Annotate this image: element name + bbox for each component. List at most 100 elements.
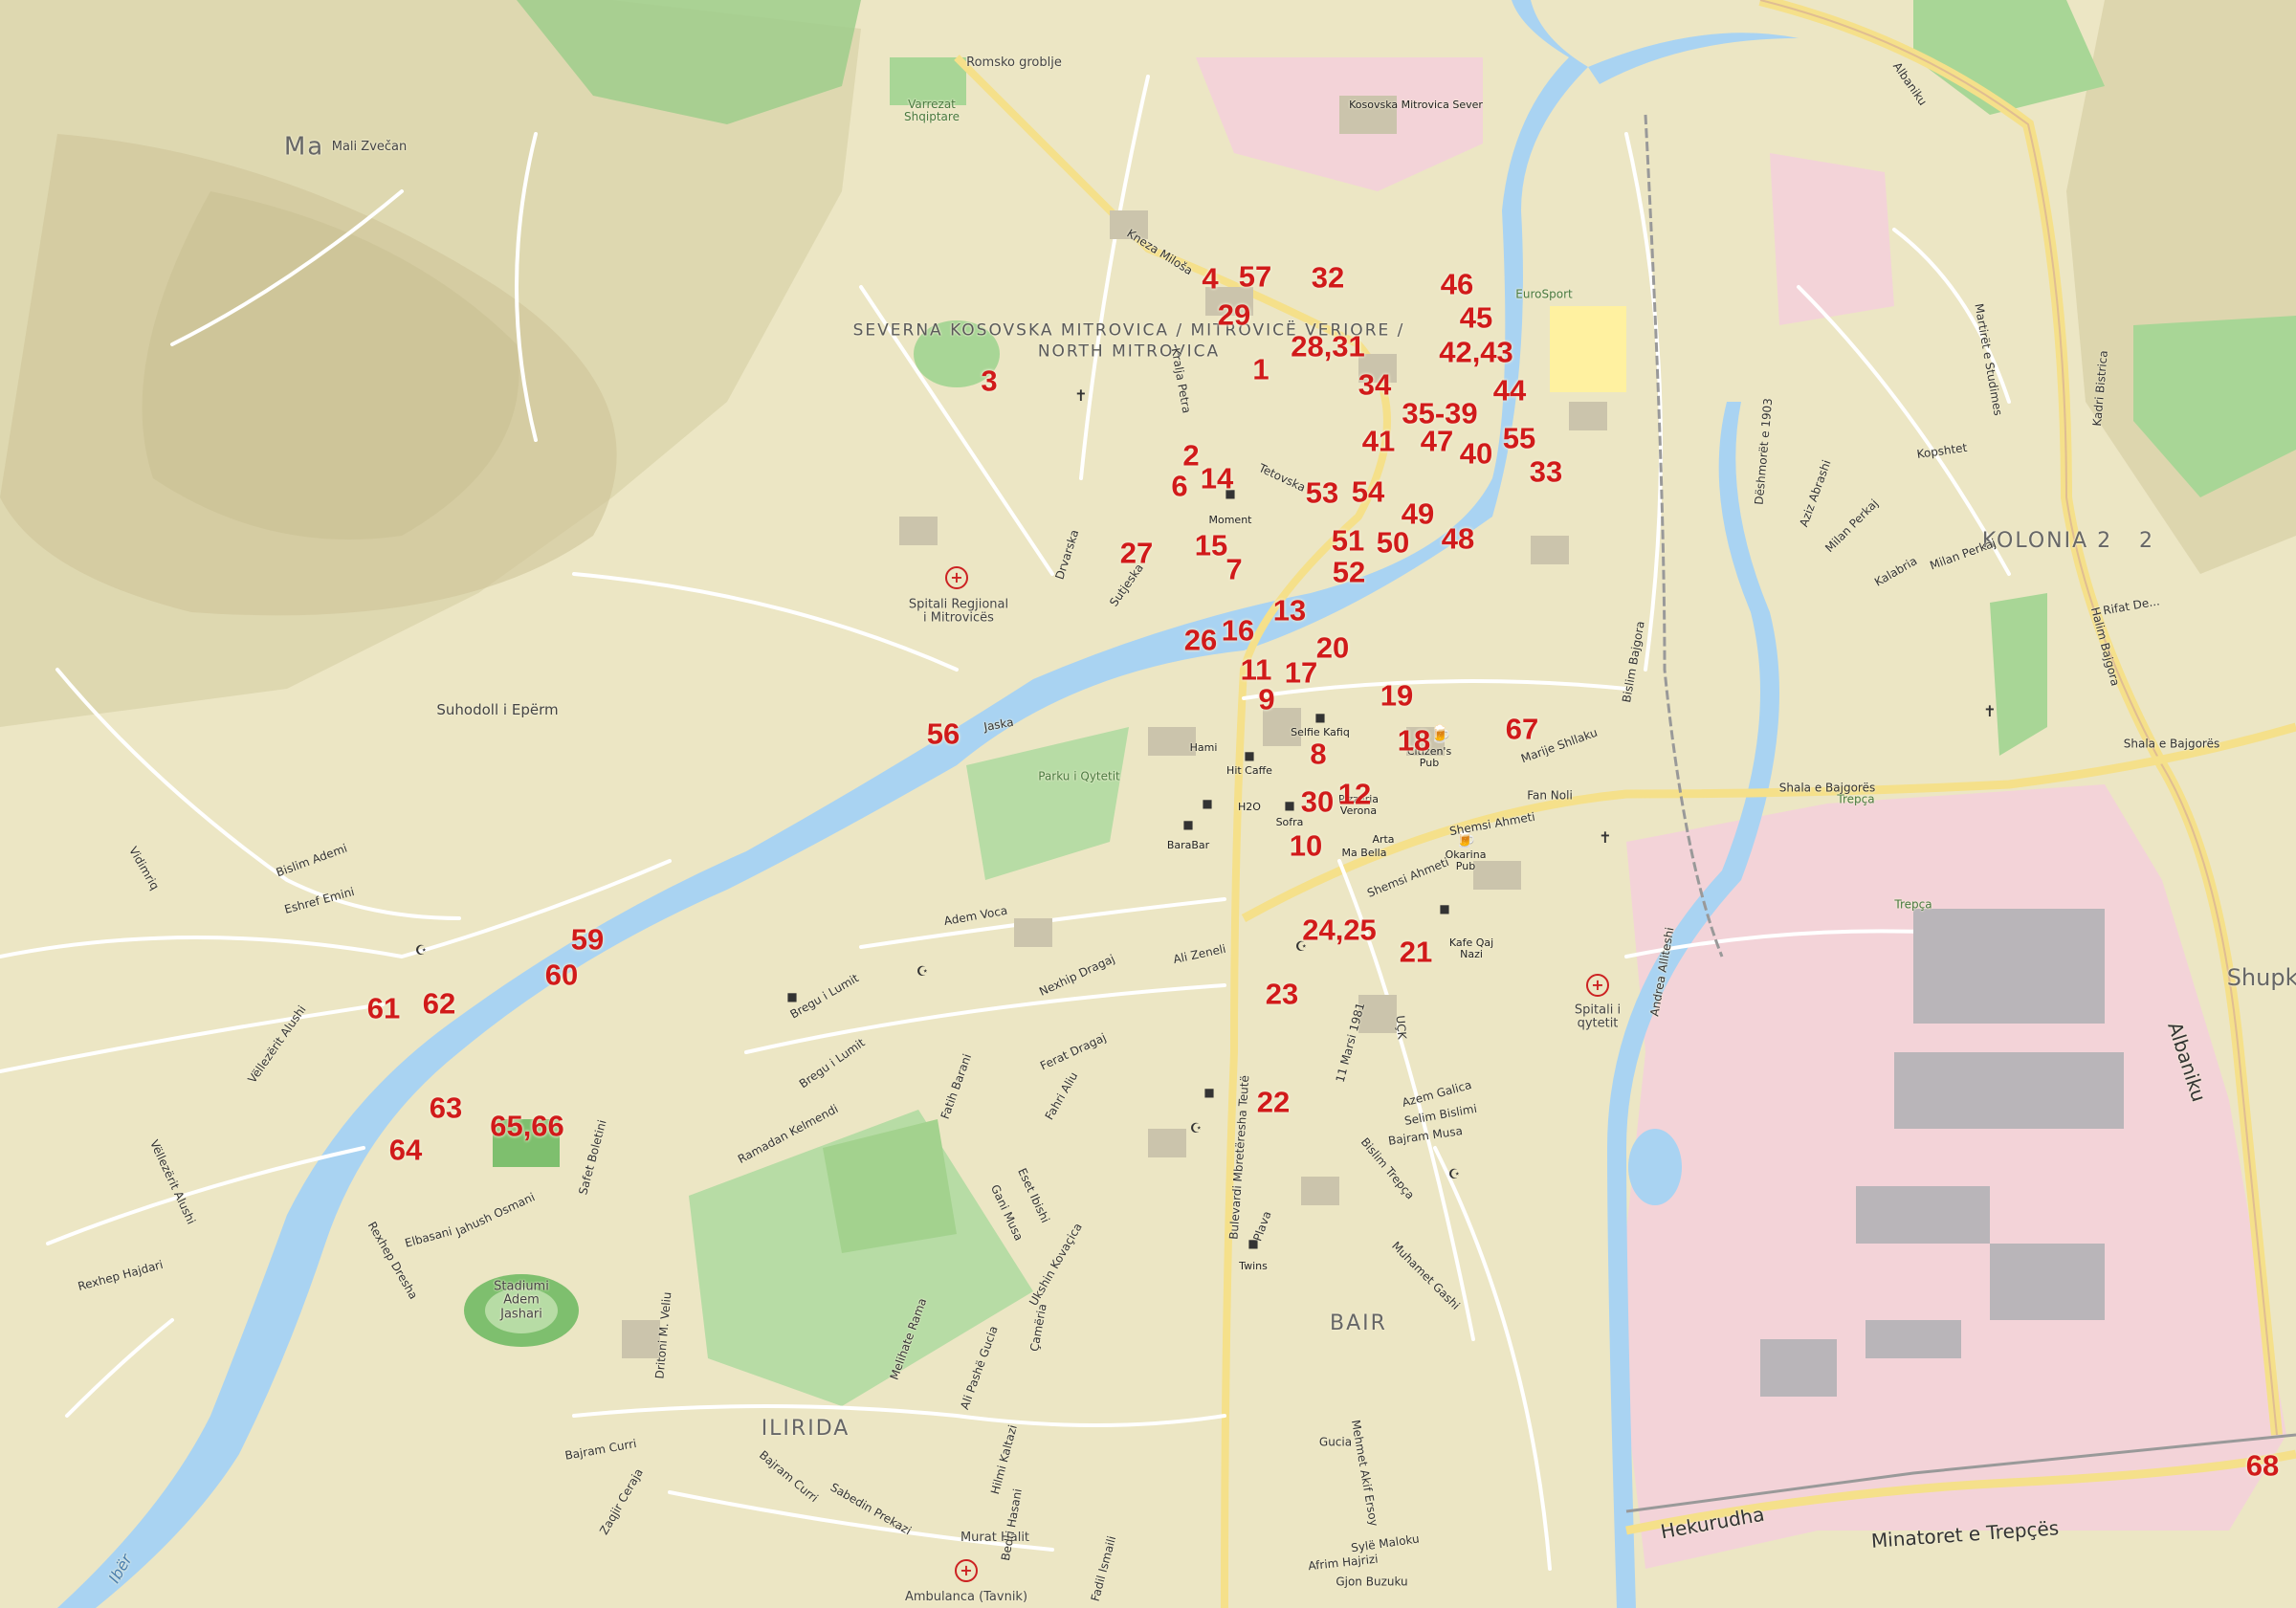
cafe-icon[interactable]: ■ xyxy=(1439,903,1449,914)
mosque-icon[interactable]: ☪ xyxy=(1190,1122,1203,1135)
cafe-icon[interactable]: ■ xyxy=(1202,798,1212,809)
road-label: Shala e Bajgorës xyxy=(2123,737,2220,751)
place-label: Kosovska Mitrovica Sever xyxy=(1349,98,1483,111)
place-label: Suhodoll i Epërm xyxy=(436,700,559,718)
map-marker-52[interactable]: 52 xyxy=(1333,558,1365,587)
map-marker-10[interactable]: 10 xyxy=(1290,831,1322,861)
poi-label[interactable]: Murat Halit xyxy=(960,1531,1029,1545)
map-marker-17[interactable]: 17 xyxy=(1285,658,1317,688)
map-marker-46[interactable]: 46 xyxy=(1441,270,1473,299)
map-marker-21[interactable]: 21 xyxy=(1400,937,1432,967)
church-icon[interactable]: ✝ xyxy=(1074,388,1087,404)
place-label: Shupko xyxy=(2226,963,2296,991)
map-marker-15[interactable]: 15 xyxy=(1195,531,1227,561)
mosque-icon[interactable]: ☪ xyxy=(415,944,428,958)
cafe-icon[interactable]: ■ xyxy=(786,991,797,1002)
hospital-icon[interactable]: + xyxy=(945,566,968,589)
place-label: Mali Zvečan xyxy=(331,139,408,154)
church-icon[interactable]: ✝ xyxy=(1983,704,1996,719)
map-marker-40[interactable]: 40 xyxy=(1460,439,1492,469)
map-marker-55[interactable]: 55 xyxy=(1503,424,1535,453)
poi-label[interactable]: Spitali i qytetit xyxy=(1569,1003,1626,1032)
poi-label[interactable]: Twins xyxy=(1239,1260,1268,1272)
poi-label[interactable]: H2O xyxy=(1238,801,1261,813)
map-marker-9[interactable]: 9 xyxy=(1258,685,1274,715)
map-marker-57[interactable]: 57 xyxy=(1239,262,1271,292)
poi-label[interactable]: Sofra xyxy=(1276,816,1304,828)
map-marker-32[interactable]: 32 xyxy=(1312,263,1344,293)
map-marker-33[interactable]: 33 xyxy=(1530,457,1562,487)
cafe-icon[interactable]: ■ xyxy=(1314,712,1325,723)
map-marker-12[interactable]: 12 xyxy=(1338,780,1371,809)
map-marker-34[interactable]: 34 xyxy=(1358,370,1391,400)
poi-label[interactable]: Hami xyxy=(1190,741,1218,754)
poi-label[interactable]: Ma Bella xyxy=(1342,847,1387,859)
map-marker-24-25[interactable]: 24,25 xyxy=(1302,915,1377,945)
map-marker-51[interactable]: 51 xyxy=(1332,526,1364,556)
mosque-icon[interactable]: ☪ xyxy=(1448,1168,1461,1181)
map-marker-53[interactable]: 53 xyxy=(1306,478,1338,508)
map-marker-19[interactable]: 19 xyxy=(1380,681,1413,711)
map-marker-23[interactable]: 23 xyxy=(1266,980,1298,1009)
hospital-icon[interactable]: + xyxy=(955,1559,978,1582)
map-marker-49[interactable]: 49 xyxy=(1402,499,1434,529)
poi-label[interactable]: Parku i Qytetit xyxy=(1038,770,1120,782)
map-marker-4[interactable]: 4 xyxy=(1202,264,1218,294)
cafe-icon[interactable]: ■ xyxy=(1203,1087,1214,1098)
map-marker-62[interactable]: 62 xyxy=(423,989,455,1019)
map[interactable]: + + + ✝ ✝ ✝ ☪ ☪ ☪ ☪ ☪ 🍺 🍺 ■ ■ ■ ■ ■ ■ ■ … xyxy=(0,0,2296,1608)
hospital-icon[interactable]: + xyxy=(1586,974,1609,997)
map-marker-29[interactable]: 29 xyxy=(1218,300,1250,330)
map-marker-1[interactable]: 1 xyxy=(1252,355,1269,385)
map-marker-30[interactable]: 30 xyxy=(1301,787,1334,817)
poi-label[interactable]: Ambulanca (Tavnik) xyxy=(905,1590,1027,1604)
map-marker-56[interactable]: 56 xyxy=(927,719,960,749)
church-icon[interactable]: ✝ xyxy=(1599,830,1611,846)
map-marker-45[interactable]: 45 xyxy=(1460,303,1492,333)
map-marker-48[interactable]: 48 xyxy=(1442,524,1474,554)
map-marker-54[interactable]: 54 xyxy=(1352,477,1384,507)
map-marker-67[interactable]: 67 xyxy=(1506,715,1538,744)
map-marker-68[interactable]: 68 xyxy=(2246,1451,2279,1481)
poi-label[interactable]: Romsko groblje xyxy=(966,55,1062,70)
map-marker-50[interactable]: 50 xyxy=(1377,528,1409,558)
mosque-icon[interactable]: ☪ xyxy=(916,965,929,979)
map-marker-41[interactable]: 41 xyxy=(1362,427,1395,456)
map-marker-7[interactable]: 7 xyxy=(1225,555,1242,584)
map-marker-47[interactable]: 47 xyxy=(1421,427,1453,456)
poi-label[interactable]: Kafe Qaj Nazi xyxy=(1438,936,1505,960)
poi-label[interactable]: BaraBar xyxy=(1167,839,1209,851)
map-marker-14[interactable]: 14 xyxy=(1201,464,1233,494)
bar-icon[interactable]: 🍺 xyxy=(1430,726,1451,743)
poi-label[interactable]: Moment xyxy=(1209,514,1252,526)
poi-label[interactable]: Spitali Regjional i Mitrovicës xyxy=(906,598,1011,627)
map-marker-27[interactable]: 27 xyxy=(1120,539,1153,568)
map-marker-28-31[interactable]: 28,31 xyxy=(1291,332,1365,362)
map-marker-42-43[interactable]: 42,43 xyxy=(1439,338,1513,367)
map-marker-13[interactable]: 13 xyxy=(1273,596,1306,626)
poi-label[interactable]: Hit Caffe xyxy=(1226,764,1272,777)
map-marker-65-66[interactable]: 65,66 xyxy=(490,1112,564,1141)
poi-label[interactable]: Stadiumi Adem Jashari xyxy=(483,1280,560,1322)
map-marker-3[interactable]: 3 xyxy=(981,366,997,396)
map-marker-64[interactable]: 64 xyxy=(389,1135,422,1165)
map-marker-22[interactable]: 22 xyxy=(1257,1088,1290,1117)
map-marker-20[interactable]: 20 xyxy=(1316,633,1349,663)
map-marker-26[interactable]: 26 xyxy=(1184,626,1217,655)
cafe-icon[interactable]: ■ xyxy=(1244,750,1254,761)
map-marker-18[interactable]: 18 xyxy=(1398,726,1430,756)
cafe-icon[interactable]: ■ xyxy=(1284,800,1294,811)
map-marker-6[interactable]: 6 xyxy=(1171,472,1187,501)
poi-label[interactable]: Arta xyxy=(1372,833,1394,846)
map-marker-61[interactable]: 61 xyxy=(367,994,400,1024)
map-marker-63[interactable]: 63 xyxy=(430,1093,462,1123)
map-marker-60[interactable]: 60 xyxy=(545,960,578,990)
cafe-icon[interactable]: ■ xyxy=(1182,819,1193,830)
map-marker-8[interactable]: 8 xyxy=(1310,739,1326,769)
poi-label[interactable]: Varrezat Shqiptare xyxy=(898,98,965,123)
map-marker-11[interactable]: 11 xyxy=(1241,655,1272,685)
map-marker-59[interactable]: 59 xyxy=(571,925,604,955)
map-marker-16[interactable]: 16 xyxy=(1222,616,1254,646)
map-marker-44[interactable]: 44 xyxy=(1493,376,1526,406)
map-marker-2[interactable]: 2 xyxy=(1182,441,1199,471)
